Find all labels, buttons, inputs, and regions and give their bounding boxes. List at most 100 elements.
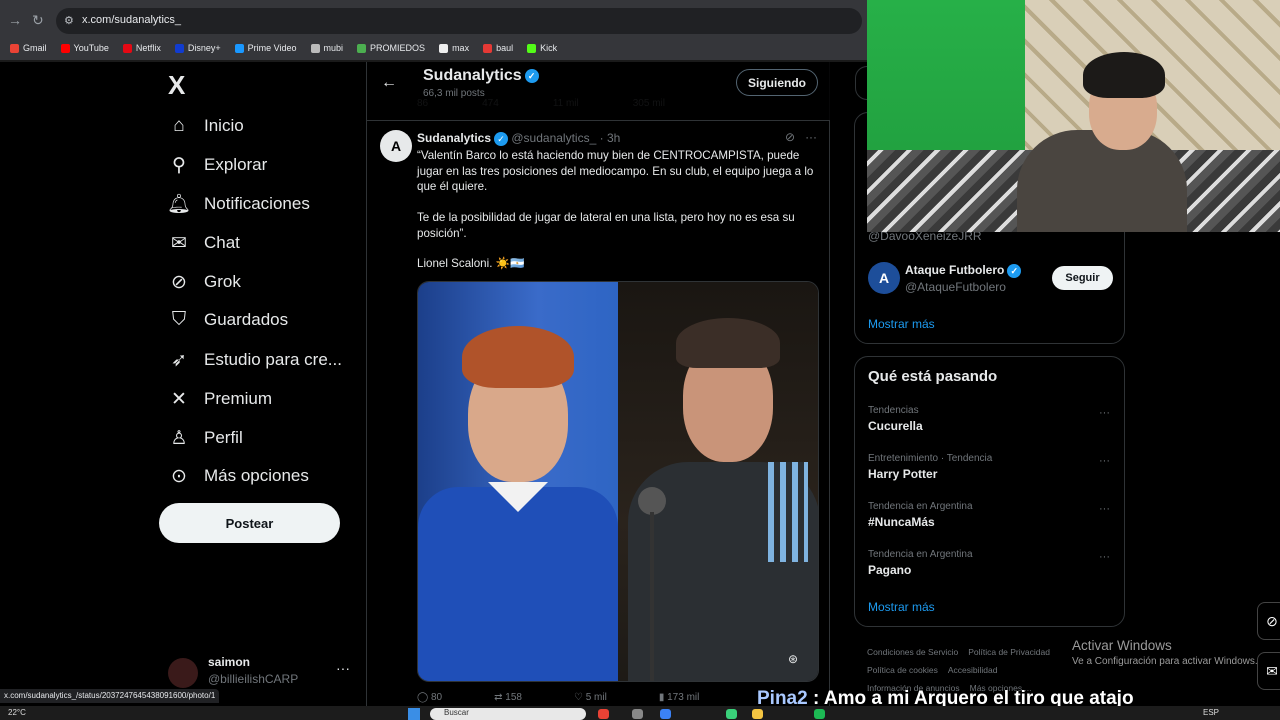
search-icon: ⚲	[172, 154, 186, 176]
taskbar-search-input[interactable]: Buscar	[430, 708, 586, 720]
spotify-icon[interactable]	[814, 709, 825, 719]
bookmark-label: Gmail	[23, 43, 47, 53]
sidebar-item-estudio-para-cre[interactable]: ➶ Estudio para cre...	[168, 345, 342, 375]
bookmark-favicon-icon	[527, 43, 537, 53]
following-button[interactable]: Siguiendo	[736, 69, 818, 96]
app-icon[interactable]	[726, 709, 737, 719]
bookmark-gmail[interactable]: Gmail	[10, 43, 47, 53]
tweet-avatar[interactable]: A	[380, 130, 412, 162]
bookmark-favicon-icon	[122, 43, 132, 53]
bookmark-label: Kick	[540, 43, 558, 53]
bookmark-kick[interactable]: Kick	[527, 43, 557, 53]
account-switcher[interactable]: saimon @billieilishCARP ···	[168, 652, 354, 688]
sidebar-item-m-s-opciones[interactable]: ⊙ Más opciones	[168, 461, 309, 491]
trend-name[interactable]: #NuncaMás	[868, 515, 935, 529]
bookmarks-bar: Gmail YouTube Netflix Disney+ Prime Video mub…	[0, 36, 868, 60]
grok-chat-icon[interactable]: ⊘	[1257, 602, 1280, 640]
sidebar-item-label: Estudio para cre...	[204, 350, 342, 369]
footer-link[interactable]: Política de Privacidad	[968, 647, 1050, 657]
sidebar-item-label: Chat	[204, 233, 240, 252]
verified-badge-icon: ✓	[494, 131, 509, 146]
more-circle-icon: ⊙	[171, 465, 187, 487]
repost-icon: ⇄	[494, 692, 506, 703]
address-bar[interactable]: ⚙ x.com/sudanalytics_	[56, 8, 862, 34]
more-icon[interactable]: ···	[1099, 407, 1110, 419]
heart-icon: ♡	[573, 692, 586, 703]
more-icon[interactable]: ···	[805, 130, 817, 144]
rocket-icon: ➶	[171, 349, 187, 371]
app-icon[interactable]	[632, 709, 643, 719]
tweet-author-name[interactable]: Sudanalytics	[417, 131, 491, 145]
bell-icon: 🔔︎	[166, 194, 192, 215]
footer-link[interactable]: Condiciones de Servicio	[867, 647, 958, 657]
folder-icon[interactable]	[752, 709, 763, 719]
footer-link[interactable]: Política de cookies	[867, 665, 938, 675]
trends-title: Qué está pasando	[868, 368, 998, 385]
photo-left-player	[418, 282, 618, 681]
app-icon[interactable]	[660, 709, 671, 719]
weather-temp[interactable]: 22°C	[8, 708, 26, 717]
divider	[367, 120, 830, 121]
more-icon[interactable]: ···	[336, 660, 350, 676]
chrome-icon[interactable]	[598, 709, 609, 719]
tweet-time[interactable]: · 3h	[600, 131, 621, 145]
sidebar-item-guardados[interactable]: ⛉ Guardados	[168, 305, 288, 335]
show-more-link[interactable]: Mostrar más	[868, 600, 935, 614]
bookmark-disney-[interactable]: Disney+	[174, 43, 221, 53]
bookmark-prime-video[interactable]: Prime Video	[234, 43, 297, 53]
footer-link[interactable]: Accesibilidad	[948, 665, 998, 675]
back-arrow-icon[interactable]: ←	[381, 74, 397, 92]
language-indicator[interactable]: ESP	[1203, 708, 1219, 717]
grok-icon[interactable]: ⊘	[785, 130, 795, 144]
account-handle[interactable]: @AtaqueFutbolero	[905, 280, 1006, 294]
trend-name[interactable]: Cucurella	[868, 419, 923, 433]
bookmark-baul[interactable]: baul	[483, 43, 513, 53]
sidebar-item-inicio[interactable]: ⌂ Inicio	[168, 111, 243, 141]
trend-name[interactable]: Harry Potter	[868, 467, 937, 481]
account-avatar[interactable]: A	[868, 262, 900, 294]
bookmark-youtube[interactable]: YouTube	[60, 43, 109, 53]
x-logo[interactable]: X	[168, 70, 185, 101]
coach-hair	[676, 318, 780, 368]
person-icon: ♙	[170, 427, 188, 449]
sidebar-item-explorar[interactable]: ⚲ Explorar	[168, 150, 267, 180]
bookmark-favicon-icon	[439, 43, 449, 53]
tweet-author-handle[interactable]: @sudanalytics_	[511, 131, 596, 145]
bookmark-label: baul	[496, 43, 514, 53]
trend-name[interactable]: Pagano	[868, 563, 911, 577]
more-icon[interactable]: ···	[1099, 503, 1110, 515]
more-icon[interactable]: ···	[1099, 551, 1110, 563]
follow-button[interactable]: Seguir	[1052, 266, 1113, 290]
forward-icon[interactable]: →	[8, 12, 22, 28]
sidebar-item-notificaciones[interactable]: 🔔︎ Notificaciones	[166, 189, 310, 219]
tweet-photo[interactable]: ⊛	[417, 281, 819, 682]
bookmark-netflix[interactable]: Netflix	[122, 43, 161, 53]
post-button[interactable]: Postear	[159, 503, 340, 543]
reload-icon[interactable]: ↻	[32, 12, 44, 29]
webcam-person-shirt	[1017, 130, 1187, 232]
site-info-icon[interactable]: ⚙	[64, 14, 74, 27]
bookmark-favicon-icon	[60, 43, 70, 53]
windows-start-icon[interactable]	[408, 708, 420, 720]
show-more-link[interactable]: Mostrar más	[868, 317, 935, 331]
account-name[interactable]: Ataque Futbolero ✓	[905, 263, 1022, 278]
webcam-person-hair	[1083, 52, 1165, 98]
bookmark-promiedos[interactable]: PROMIEDOS	[357, 43, 425, 53]
bookmark-mubi[interactable]: mubi	[310, 43, 343, 53]
bookmark-icon: ⛉	[171, 309, 187, 330]
messages-icon[interactable]: ✉	[1257, 652, 1280, 690]
verified-badge-icon: ✓	[1007, 263, 1022, 278]
search-input[interactable]	[855, 66, 867, 100]
profile-name: Sudanalytics ✓	[423, 67, 539, 85]
grok-icon: ⊘	[171, 271, 187, 293]
account-handle: @billieilishCARP	[208, 672, 299, 686]
sidebar-item-grok[interactable]: ⊘ Grok	[168, 267, 241, 297]
media-tag-icon[interactable]: ⊛	[788, 652, 798, 666]
sidebar-item-perfil[interactable]: ♙ Perfil	[168, 423, 242, 453]
sidebar-item-chat[interactable]: ✉ Chat	[168, 228, 240, 258]
bookmark-max[interactable]: max	[439, 43, 469, 53]
player-hair	[462, 326, 574, 388]
sidebar-item-premium[interactable]: ✕ Premium	[168, 384, 272, 414]
more-icon[interactable]: ···	[1099, 455, 1110, 467]
windows-taskbar: 22°C Buscar ESP	[0, 706, 1280, 720]
